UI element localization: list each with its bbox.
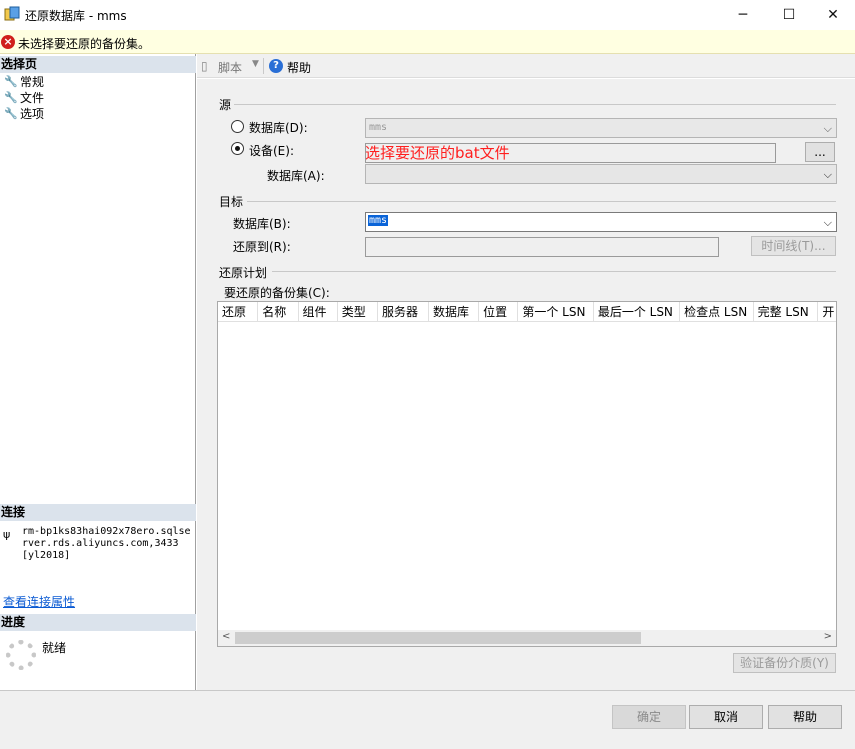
maximize-button[interactable]: ☐	[766, 0, 812, 30]
view-connection-properties-link[interactable]: 查看连接属性	[3, 593, 75, 610]
scrollbar-thumb[interactable]	[235, 632, 641, 644]
backup-sets-grid[interactable]: 还原 名称 组件 类型 服务器 数据库 位置 第一个 LSN 最后一个 LSN …	[217, 301, 837, 647]
progress-header: 进度	[0, 614, 196, 631]
source-group-title: 源	[219, 98, 232, 112]
horizontal-scrollbar[interactable]: < >	[218, 630, 836, 646]
title-bar: 还原数据库 - mms ─ ☐ ✕	[0, 0, 855, 30]
restore-plan-title: 还原计划	[219, 266, 268, 280]
column-header[interactable]: 还原	[218, 302, 259, 322]
device-radio[interactable]	[231, 142, 244, 155]
restore-to-label: 还原到(R):	[233, 240, 291, 254]
progress-spinner-icon	[6, 640, 36, 670]
source-database-value: mms	[369, 122, 388, 133]
browse-device-button[interactable]: ...	[805, 142, 835, 162]
script-button[interactable]: 脚本	[218, 59, 242, 76]
column-header[interactable]: 数据库	[429, 302, 480, 322]
wrench-icon: 🔧	[4, 90, 18, 104]
help-button[interactable]: 帮助	[768, 705, 842, 729]
column-header[interactable]: 最后一个 LSN	[594, 302, 681, 322]
ok-button[interactable]: 确定	[612, 705, 686, 729]
progress-status: 就绪	[42, 641, 67, 655]
device-database-label: 数据库(A):	[267, 169, 325, 183]
target-group-title: 目标	[219, 195, 244, 209]
nav-item-options[interactable]: 🔧 选项	[4, 105, 44, 121]
target-database-label: 数据库(B):	[233, 217, 291, 231]
help-toolbar-button[interactable]: 帮助	[287, 59, 311, 76]
minimize-button[interactable]: ─	[720, 0, 766, 30]
wrench-icon: 🔧	[4, 74, 18, 88]
grid-header: 还原 名称 组件 类型 服务器 数据库 位置 第一个 LSN 最后一个 LSN …	[218, 302, 836, 322]
scroll-right-icon[interactable]: >	[824, 631, 832, 642]
target-database-value: mms	[368, 215, 389, 226]
column-header[interactable]: 名称	[258, 302, 299, 322]
column-header[interactable]: 位置	[479, 302, 519, 322]
nav-item-label: 选项	[20, 106, 45, 121]
nav-item-files[interactable]: 🔧 文件	[4, 89, 44, 105]
column-header[interactable]: 完整 LSN	[754, 302, 819, 322]
close-button[interactable]: ✕	[810, 0, 855, 30]
wrench-icon: 🔧	[4, 106, 18, 120]
verify-backup-media-button[interactable]: 验证备份介质(Y)	[733, 653, 836, 673]
divider	[272, 271, 836, 272]
connection-icon: ψ	[3, 528, 11, 541]
nav-item-label: 文件	[20, 90, 45, 105]
chevron-down-icon: ⌵	[823, 122, 832, 135]
database-radio[interactable]	[231, 120, 244, 133]
column-header[interactable]: 类型	[338, 302, 379, 322]
connection-header: 连接	[0, 504, 196, 521]
chevron-down-icon: ⌵	[823, 216, 832, 229]
select-page-header: 选择页	[0, 56, 196, 73]
nav-item-general[interactable]: 🔧 常规	[4, 73, 44, 89]
annotation-text: 选择要还原的bat文件	[365, 144, 510, 162]
column-header[interactable]: 开	[818, 302, 836, 322]
restore-database-icon	[4, 6, 20, 22]
device-database-select[interactable]: ⌵	[365, 164, 837, 184]
column-header[interactable]: 检查点 LSN	[680, 302, 754, 322]
connection-info: rm-bp1ks83hai092x78ero.sqlserver.rds.ali…	[22, 526, 191, 561]
help-icon[interactable]: ?	[269, 59, 283, 73]
column-header[interactable]: 第一个 LSN	[518, 302, 594, 322]
toolbar: ▯ 脚本 ▼ ? 帮助	[197, 54, 855, 78]
error-bar: × 未选择要还原的备份集。	[0, 30, 855, 54]
divider	[234, 104, 836, 105]
window-title: 还原数据库 - mms	[25, 9, 127, 23]
column-header[interactable]: 组件	[299, 302, 338, 322]
divider	[247, 201, 836, 202]
toolbar-divider	[263, 58, 264, 74]
cancel-button[interactable]: 取消	[689, 705, 763, 729]
error-message: 未选择要还原的备份集。	[18, 37, 151, 51]
backup-sets-label: 要还原的备份集(C):	[224, 286, 330, 300]
device-radio-label: 设备(E):	[249, 144, 294, 158]
timeline-button[interactable]: 时间线(T)...	[751, 236, 836, 256]
database-radio-label: 数据库(D):	[249, 121, 308, 135]
source-database-select: mms ⌵	[365, 118, 837, 138]
column-header[interactable]: 服务器	[378, 302, 430, 322]
chevron-down-icon: ⌵	[823, 168, 832, 181]
nav-item-label: 常规	[20, 74, 45, 89]
target-database-select[interactable]: mms ⌵	[365, 212, 837, 232]
restore-to-input[interactable]	[365, 237, 719, 257]
scroll-left-icon[interactable]: <	[222, 631, 230, 642]
error-icon: ×	[1, 35, 15, 49]
script-icon: ▯	[201, 59, 208, 73]
chevron-down-icon[interactable]: ▼	[252, 59, 259, 69]
